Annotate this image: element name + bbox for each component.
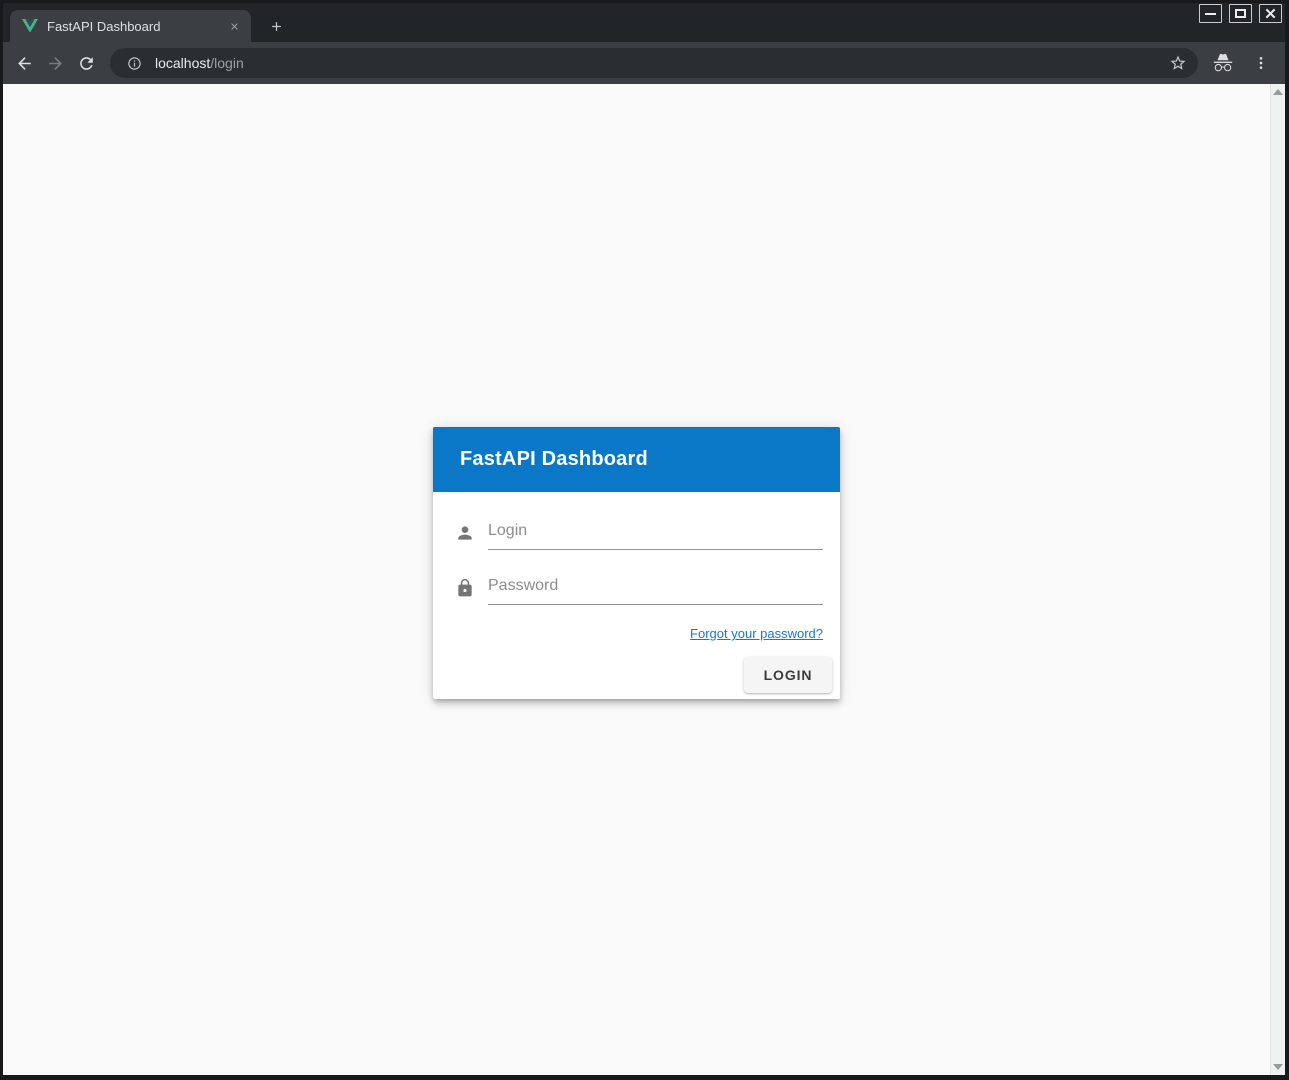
browser-menu-button[interactable] xyxy=(1247,49,1275,77)
maximize-icon xyxy=(1235,9,1246,18)
window-controls xyxy=(1199,4,1282,23)
bookmark-button[interactable] xyxy=(1164,50,1191,77)
kebab-menu-icon xyxy=(1253,55,1269,71)
tab-close-icon[interactable] xyxy=(226,18,243,35)
login-button[interactable]: LOGIN xyxy=(744,657,832,693)
person-icon xyxy=(455,523,475,543)
browser-tab[interactable]: FastAPI Dashboard xyxy=(10,10,251,42)
back-arrow-icon xyxy=(15,54,34,73)
card-title: FastAPI Dashboard xyxy=(460,448,648,471)
reload-button[interactable] xyxy=(71,48,102,79)
login-card: FastAPI Dashboard Forgot your password? xyxy=(433,427,840,699)
url-text[interactable]: localhost/login xyxy=(155,55,1164,71)
url-host: localhost xyxy=(155,55,210,71)
maximize-button[interactable] xyxy=(1229,4,1252,23)
card-body: Forgot your password? xyxy=(433,492,840,643)
password-input[interactable] xyxy=(488,571,823,605)
url-path: /login xyxy=(210,55,243,71)
login-input[interactable] xyxy=(488,516,823,550)
forward-arrow-icon xyxy=(46,54,65,73)
forgot-row: Forgot your password? xyxy=(455,625,823,643)
toolbar-right xyxy=(1209,49,1275,77)
lock-icon xyxy=(455,578,475,598)
reload-icon xyxy=(77,54,96,73)
card-header: FastAPI Dashboard xyxy=(433,427,840,492)
bookmark-star-icon xyxy=(1169,54,1187,72)
browser-toolbar: localhost/login xyxy=(3,42,1285,84)
vue-logo-icon xyxy=(22,19,38,34)
tab-strip: FastAPI Dashboard xyxy=(3,3,1285,42)
password-field-row xyxy=(455,571,823,605)
site-info-button[interactable] xyxy=(121,50,148,77)
new-tab-button[interactable] xyxy=(264,14,289,39)
minimize-icon xyxy=(1205,13,1216,15)
login-field-row xyxy=(455,516,823,550)
forgot-password-link[interactable]: Forgot your password? xyxy=(690,626,823,641)
close-icon xyxy=(1265,8,1276,19)
card-actions: LOGIN xyxy=(433,643,840,699)
scroll-down-arrow-icon[interactable] xyxy=(1273,1064,1283,1070)
minimize-button[interactable] xyxy=(1199,4,1222,23)
close-button[interactable] xyxy=(1259,4,1282,23)
back-button[interactable] xyxy=(9,48,40,79)
browser-window: FastAPI Dashboard xyxy=(0,0,1289,1080)
page-content: FastAPI Dashboard Forgot your password? xyxy=(3,84,1285,1075)
address-bar[interactable]: localhost/login xyxy=(110,48,1198,78)
forward-button[interactable] xyxy=(40,48,71,79)
incognito-icon xyxy=(1209,49,1237,77)
info-icon xyxy=(127,56,142,71)
page-scrollbar[interactable] xyxy=(1270,84,1285,1075)
tab-title: FastAPI Dashboard xyxy=(47,19,226,34)
scroll-up-arrow-icon[interactable] xyxy=(1273,89,1283,95)
